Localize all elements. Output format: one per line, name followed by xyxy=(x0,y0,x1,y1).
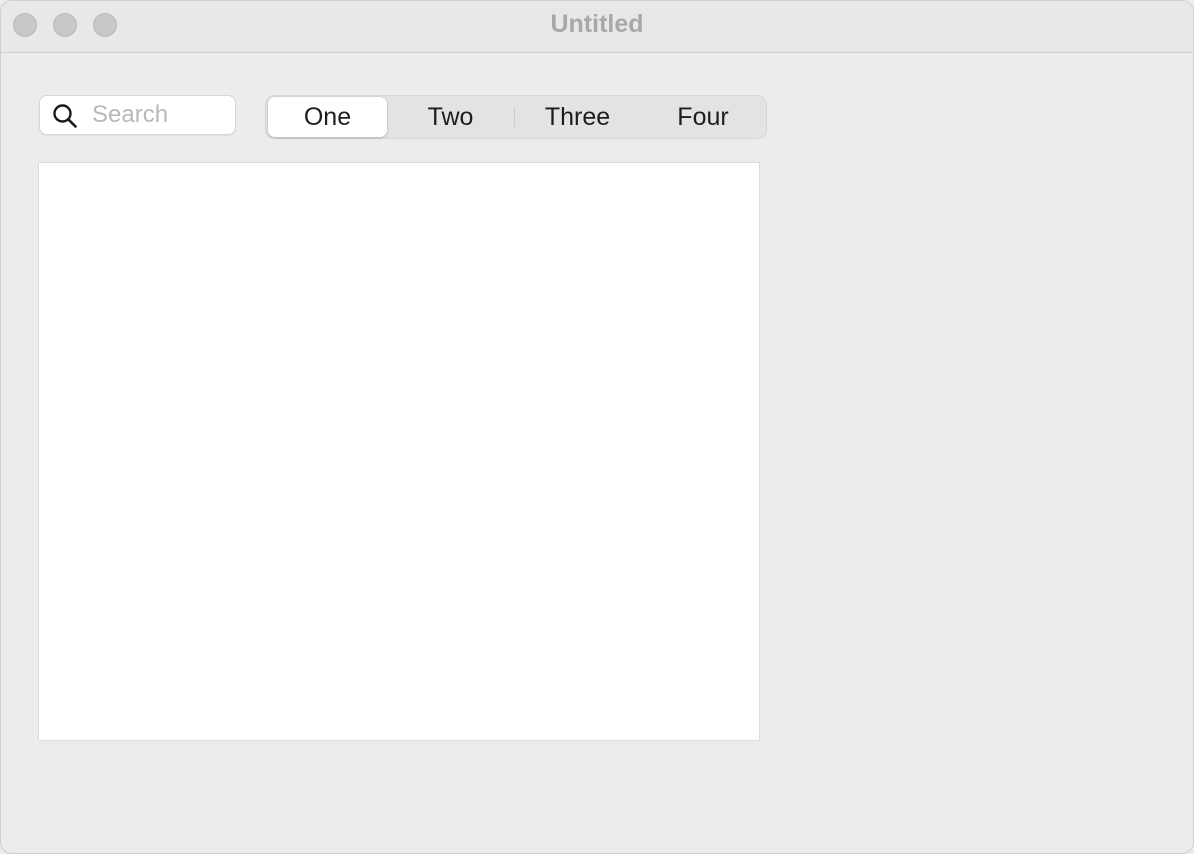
segment-four[interactable]: Four xyxy=(641,97,765,137)
window-title: Untitled xyxy=(550,10,644,38)
magnifying-glass-icon xyxy=(53,104,77,128)
segment-one[interactable]: One xyxy=(268,97,387,137)
segment-two[interactable]: Two xyxy=(387,97,514,137)
search-field[interactable] xyxy=(39,95,236,135)
content-view[interactable] xyxy=(38,162,760,741)
segmented-control: One Two Three Four xyxy=(265,95,767,139)
app-window: Untitled One Two Three Four xyxy=(0,0,1194,854)
search-input[interactable] xyxy=(92,100,228,130)
title-bar[interactable]: Untitled xyxy=(1,1,1193,53)
segment-three[interactable]: Three xyxy=(514,97,641,137)
